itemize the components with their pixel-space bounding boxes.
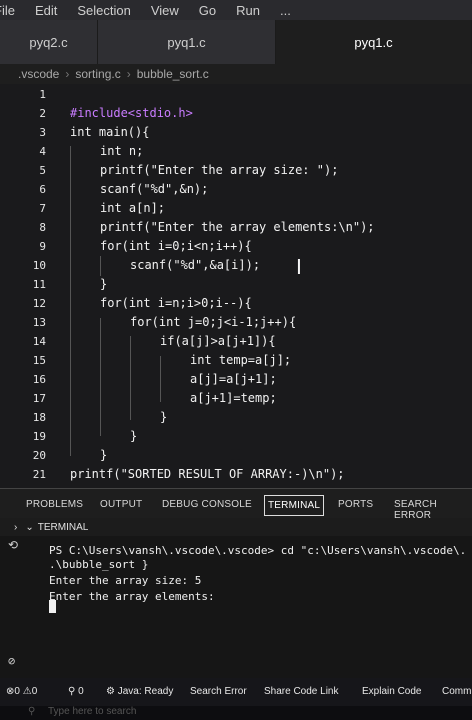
tab-output[interactable]: OUTPUT (100, 499, 142, 510)
status-bar: ⊗0 ⚠0 ⚲ 0 ⚙ Java: Ready Search Error Sha… (0, 678, 472, 706)
tab-label: pyq1.c (167, 34, 206, 50)
comment-button[interactable]: Comm (442, 686, 471, 697)
java-icon: ⚙ (106, 686, 115, 697)
chevron-right-icon: › (126, 67, 131, 81)
breadcrumb-folder[interactable]: .vscode (18, 67, 59, 81)
error-count: 0 (14, 686, 20, 697)
indent-guide (100, 256, 101, 276)
warning-count: 0 (31, 686, 38, 697)
tab-label: pyq1.c (354, 34, 393, 50)
terminal-line: Enter the array elements: (49, 590, 215, 603)
code-line[interactable]: int main(){ (70, 125, 149, 139)
code-line[interactable]: scanf("%d",&n); (100, 182, 208, 196)
menu-bar: File Edit Selection View Go Run ... (0, 0, 472, 20)
code-line[interactable]: for(int j=0;j<i-1;j++){ (130, 315, 296, 329)
code-line[interactable]: printf("SORTED RESULT OF ARRAY:-)\n"); (70, 467, 345, 481)
terminal-line: Enter the array size: 5 (49, 574, 202, 587)
menu-view[interactable]: View (151, 3, 179, 18)
code-line[interactable]: printf("Enter the array elements:\n"); (100, 220, 375, 234)
indent-guide (130, 336, 131, 420)
code-line[interactable]: } (130, 429, 137, 443)
java-status-label: Java: Ready (117, 686, 174, 697)
clear-icon[interactable]: ⊘ (8, 654, 15, 668)
explain-code-button[interactable]: Explain Code (362, 686, 421, 697)
terminal-section-label: TERMINAL (37, 521, 89, 533)
tab-ports[interactable]: PORTS (338, 499, 373, 510)
menu-file[interactable]: File (0, 3, 15, 18)
code-line[interactable]: for(int i=n;i>0;i--){ (100, 296, 252, 310)
tab-label: pyq2.c (29, 34, 68, 50)
code-line[interactable]: } (100, 448, 107, 462)
code-line[interactable]: } (160, 410, 167, 424)
chevron-right-icon: › (65, 67, 70, 81)
indent-guide (100, 318, 101, 436)
terminal-line: .\bubble_sort } (49, 558, 149, 571)
warning-icon: ⚠ (22, 686, 32, 697)
tab-debug-console[interactable]: DEBUG CONSOLE (162, 499, 252, 510)
breadcrumb-file[interactable]: bubble_sort.c (137, 67, 209, 81)
menu-edit[interactable]: Edit (35, 3, 57, 18)
share-code-link-button[interactable]: Share Code Link (264, 686, 339, 697)
code-line[interactable]: a[j+1]=temp; (190, 391, 277, 405)
menu-run[interactable]: Run (236, 3, 260, 18)
code-line[interactable]: printf("Enter the array size: "); (100, 163, 338, 177)
terminal-output[interactable]: ⟲ ⊘ PS C:\Users\vansh\.vscode\.vscode> c… (0, 536, 472, 678)
code-line[interactable]: scanf("%d",&a[i]); (130, 258, 260, 272)
tab-pyq2[interactable]: pyq2.c (0, 20, 98, 64)
menu-go[interactable]: Go (199, 3, 216, 18)
ports-status[interactable]: ⚲ 0 (68, 686, 84, 697)
tab-pyq1-active[interactable]: pyq1.c (276, 20, 472, 64)
terminal-line: PS C:\Users\vansh\.vscode\.vscode> cd "c… (49, 544, 467, 557)
tab-pyq1[interactable]: pyq1.c (98, 20, 276, 64)
history-icon[interactable]: ⟲ (8, 538, 18, 552)
breadcrumb: .vscode › sorting.c › bubble_sort.c (0, 64, 472, 84)
chevron-right-icon[interactable]: › (14, 522, 17, 533)
ports-count: 0 (78, 686, 84, 697)
breadcrumb-folder[interactable]: sorting.c (75, 67, 120, 81)
java-status[interactable]: ⚙ Java: Ready (106, 686, 173, 697)
tab-problems[interactable]: PROBLEMS (26, 499, 83, 510)
search-icon: ⚲ (28, 706, 36, 717)
code-line[interactable]: for(int i=0;i<n;i++){ (100, 239, 252, 253)
search-error-button[interactable]: Search Error (190, 686, 247, 697)
editor-tabs: pyq2.c pyq1.c pyq1.c (0, 20, 472, 64)
code-line[interactable]: int a[n]; (100, 201, 165, 215)
menu-selection[interactable]: Selection (77, 3, 130, 18)
indent-guide (160, 356, 161, 402)
code-line[interactable]: int temp=a[j]; (190, 353, 291, 367)
terminal-section-header: › ⌄ TERMINAL (0, 518, 472, 536)
code-line[interactable]: #include<stdio.h> (70, 106, 193, 120)
problems-status[interactable]: ⊗0 ⚠0 (6, 686, 37, 697)
tab-terminal[interactable]: TERMINAL (264, 495, 325, 516)
text-cursor-icon: I (296, 255, 302, 279)
code-line[interactable]: } (100, 277, 107, 291)
taskbar: ⚲ Type here to search (0, 706, 472, 720)
taskbar-search-input[interactable]: Type here to search (48, 706, 136, 717)
chevron-down-icon[interactable]: ⌄ (25, 522, 33, 533)
code-line[interactable]: if(a[j]>a[j+1]){ (160, 334, 276, 348)
code-line[interactable]: int n; (100, 144, 143, 158)
indent-guide (70, 146, 71, 456)
terminal-cursor (49, 600, 56, 613)
code-line[interactable]: a[j]=a[j+1]; (190, 372, 277, 386)
code-editor[interactable]: 1 2 3 4 5 6 7 8 9 10 11 12 13 14 15 16 17 18 19 20 21 #inclu… (0, 84, 472, 488)
ports-icon: ⚲ (68, 686, 76, 697)
menu-more[interactable]: ... (280, 3, 291, 18)
